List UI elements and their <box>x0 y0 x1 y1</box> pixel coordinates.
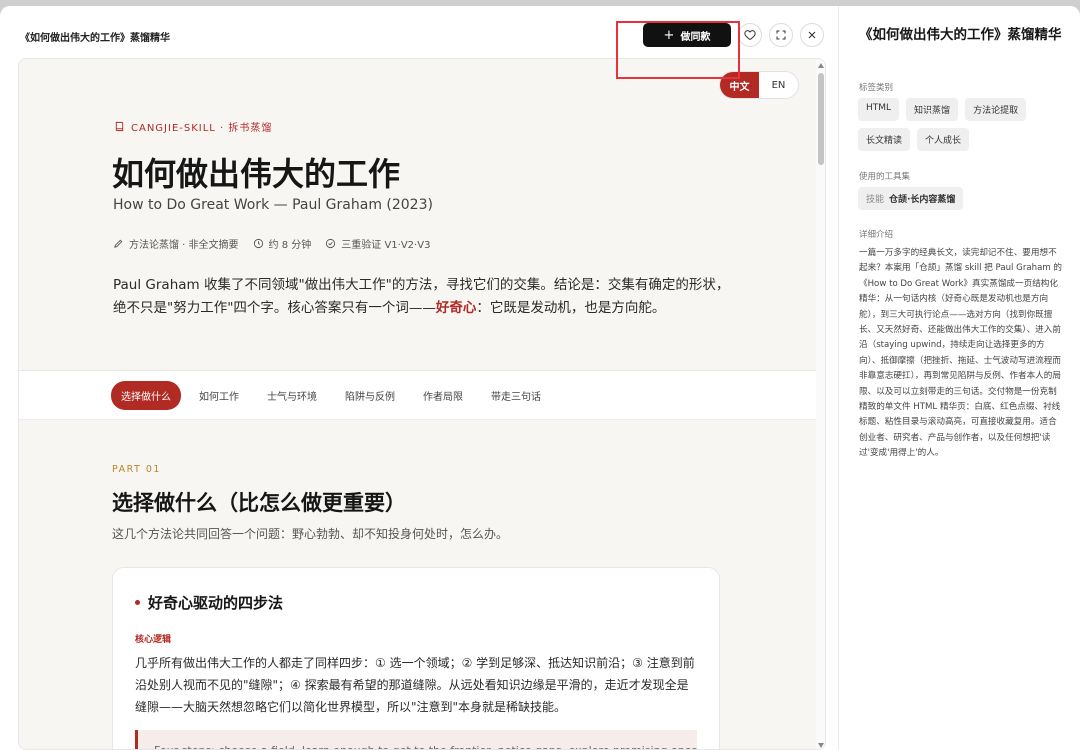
page-subtitle: How to Do Great Work — Paul Graham (2023… <box>113 197 433 213</box>
card-text: 几乎所有做出伟大工作的人都走了同样四步：① 选一个领域；② 学到足够深、抵达知识… <box>135 656 695 714</box>
meta-verify: 三重验证 V1·V2·V3 <box>325 236 430 251</box>
meta-row: 方法论蒸馏 · 非全文摘要 约 8 分钟 三重验证 V1·V2·V3 <box>113 236 430 251</box>
section-tabs: 选择做什么 如何工作 士气与环境 陷阱与反例 作者局限 带走三句话 <box>111 381 551 410</box>
brand-text: CANGJIE-SKILL · 拆书蒸馏 <box>131 123 273 134</box>
content-card: 好奇心驱动的四步法 核心逻辑 几乎所有做出伟大工作的人都走了同样四步：① 选一个… <box>112 567 720 749</box>
pencil-icon <box>114 239 123 248</box>
card-label: 核心逻辑 <box>135 635 172 645</box>
tool-list: 技能 仓颉·长内容蒸馏 <box>858 187 1068 210</box>
tags-label: 标签类别 <box>859 83 894 93</box>
description-text: 一篇一万多字的经典长文，读完却记不住、要用想不起来？本案用「仓颉」蒸馏 skil… <box>859 248 1063 459</box>
tool-chip[interactable]: 技能 仓颉·长内容蒸馏 <box>858 187 964 210</box>
tag-chip[interactable]: 长文精读 <box>858 128 911 151</box>
card-title: 好奇心驱动的四步法 <box>135 592 283 613</box>
clock-icon <box>253 238 263 249</box>
summary-keyword: 好奇心 <box>435 300 477 316</box>
card-quote: Four steps: choose a field, learn enough… <box>135 730 697 749</box>
meta-time-text: 约 8 分钟 <box>268 240 312 251</box>
tool-value: 仓颉·长内容蒸馏 <box>889 195 956 205</box>
detail-modal: 《如何做出伟大的工作》蒸馏精华 + 做同款 中文 EN CANGJIE-SKIL… <box>0 6 1080 750</box>
card-title-text: 好奇心驱动的四步法 <box>148 594 284 612</box>
meta-method: 方法论蒸馏 · 非全文摘要 <box>113 236 239 251</box>
part-label: PART 01 <box>112 464 161 475</box>
tools-label: 使用的工具集 <box>859 172 911 182</box>
close-button[interactable] <box>800 23 824 47</box>
section-subtitle: 这几个方法论共同回答一个问题：野心勃勃、却不知投身何处时，怎么办。 <box>112 527 509 541</box>
heart-icon <box>744 30 756 41</box>
info-sidebar: 《如何做出伟大的工作》蒸馏精华 标签类别 HTML 知识蒸馏 方法论提取 长文精… <box>838 6 1080 750</box>
tab-morale[interactable]: 士气与环境 <box>257 381 327 410</box>
favorite-button[interactable] <box>738 23 762 47</box>
close-icon <box>808 31 816 39</box>
highlight-box <box>616 21 740 79</box>
check-circle-icon <box>326 238 336 249</box>
brand-line: CANGJIE-SKILL · 拆书蒸馏 <box>114 119 272 134</box>
section-title: 选择做什么（比怎么做更重要） <box>112 491 406 515</box>
lang-option-en[interactable]: EN <box>759 72 798 98</box>
meta-time: 约 8 分钟 <box>253 236 312 251</box>
tab-limits[interactable]: 作者局限 <box>413 381 473 410</box>
summary-paragraph: Paul Graham 收集了不同领域"做出伟大工作"的方法，寻找它们的交集。结… <box>113 274 733 320</box>
tab-takeaways[interactable]: 带走三句话 <box>481 381 551 410</box>
tag-chip[interactable]: 个人成长 <box>917 128 970 151</box>
preview-scrollbar[interactable] <box>816 59 825 749</box>
tab-traps[interactable]: 陷阱与反例 <box>335 381 405 410</box>
tab-how-to-work[interactable]: 如何工作 <box>189 381 249 410</box>
doc-title: 《如何做出伟大的工作》蒸馏精华 <box>20 33 170 44</box>
hero-section: 中文 EN CANGJIE-SKILL · 拆书蒸馏 如何做出伟大的工作 How… <box>19 59 816 371</box>
summary-text-after: ：它既是发动机，也是方向舵。 <box>476 300 666 316</box>
tag-chip[interactable]: 方法论提取 <box>965 98 1027 121</box>
fullscreen-button[interactable] <box>769 23 793 47</box>
description-label: 详细介绍 <box>859 230 894 240</box>
scroll-thumb[interactable] <box>818 73 824 165</box>
meta-method-text: 方法论蒸馏 · 非全文摘要 <box>129 240 239 251</box>
bullet-dot-icon <box>135 600 140 605</box>
meta-verify-text: 三重验证 V1·V2·V3 <box>341 240 431 251</box>
expand-icon <box>776 30 786 40</box>
tag-chip[interactable]: HTML <box>858 98 900 121</box>
page-title: 如何做出伟大的工作 <box>112 155 401 193</box>
html-preview[interactable]: 中文 EN CANGJIE-SKILL · 拆书蒸馏 如何做出伟大的工作 How… <box>18 58 826 750</box>
book-icon <box>115 121 124 132</box>
sidebar-title: 《如何做出伟大的工作》蒸馏精华 <box>859 27 1062 43</box>
scroll-up-icon[interactable] <box>818 63 824 68</box>
tab-choose[interactable]: 选择做什么 <box>111 381 181 410</box>
tag-chip[interactable]: 知识蒸馏 <box>906 98 959 121</box>
tag-list: HTML 知识蒸馏 方法论提取 长文精读 个人成长 <box>858 98 1068 151</box>
scroll-down-icon[interactable] <box>818 743 824 748</box>
tool-key: 技能 <box>866 195 885 205</box>
